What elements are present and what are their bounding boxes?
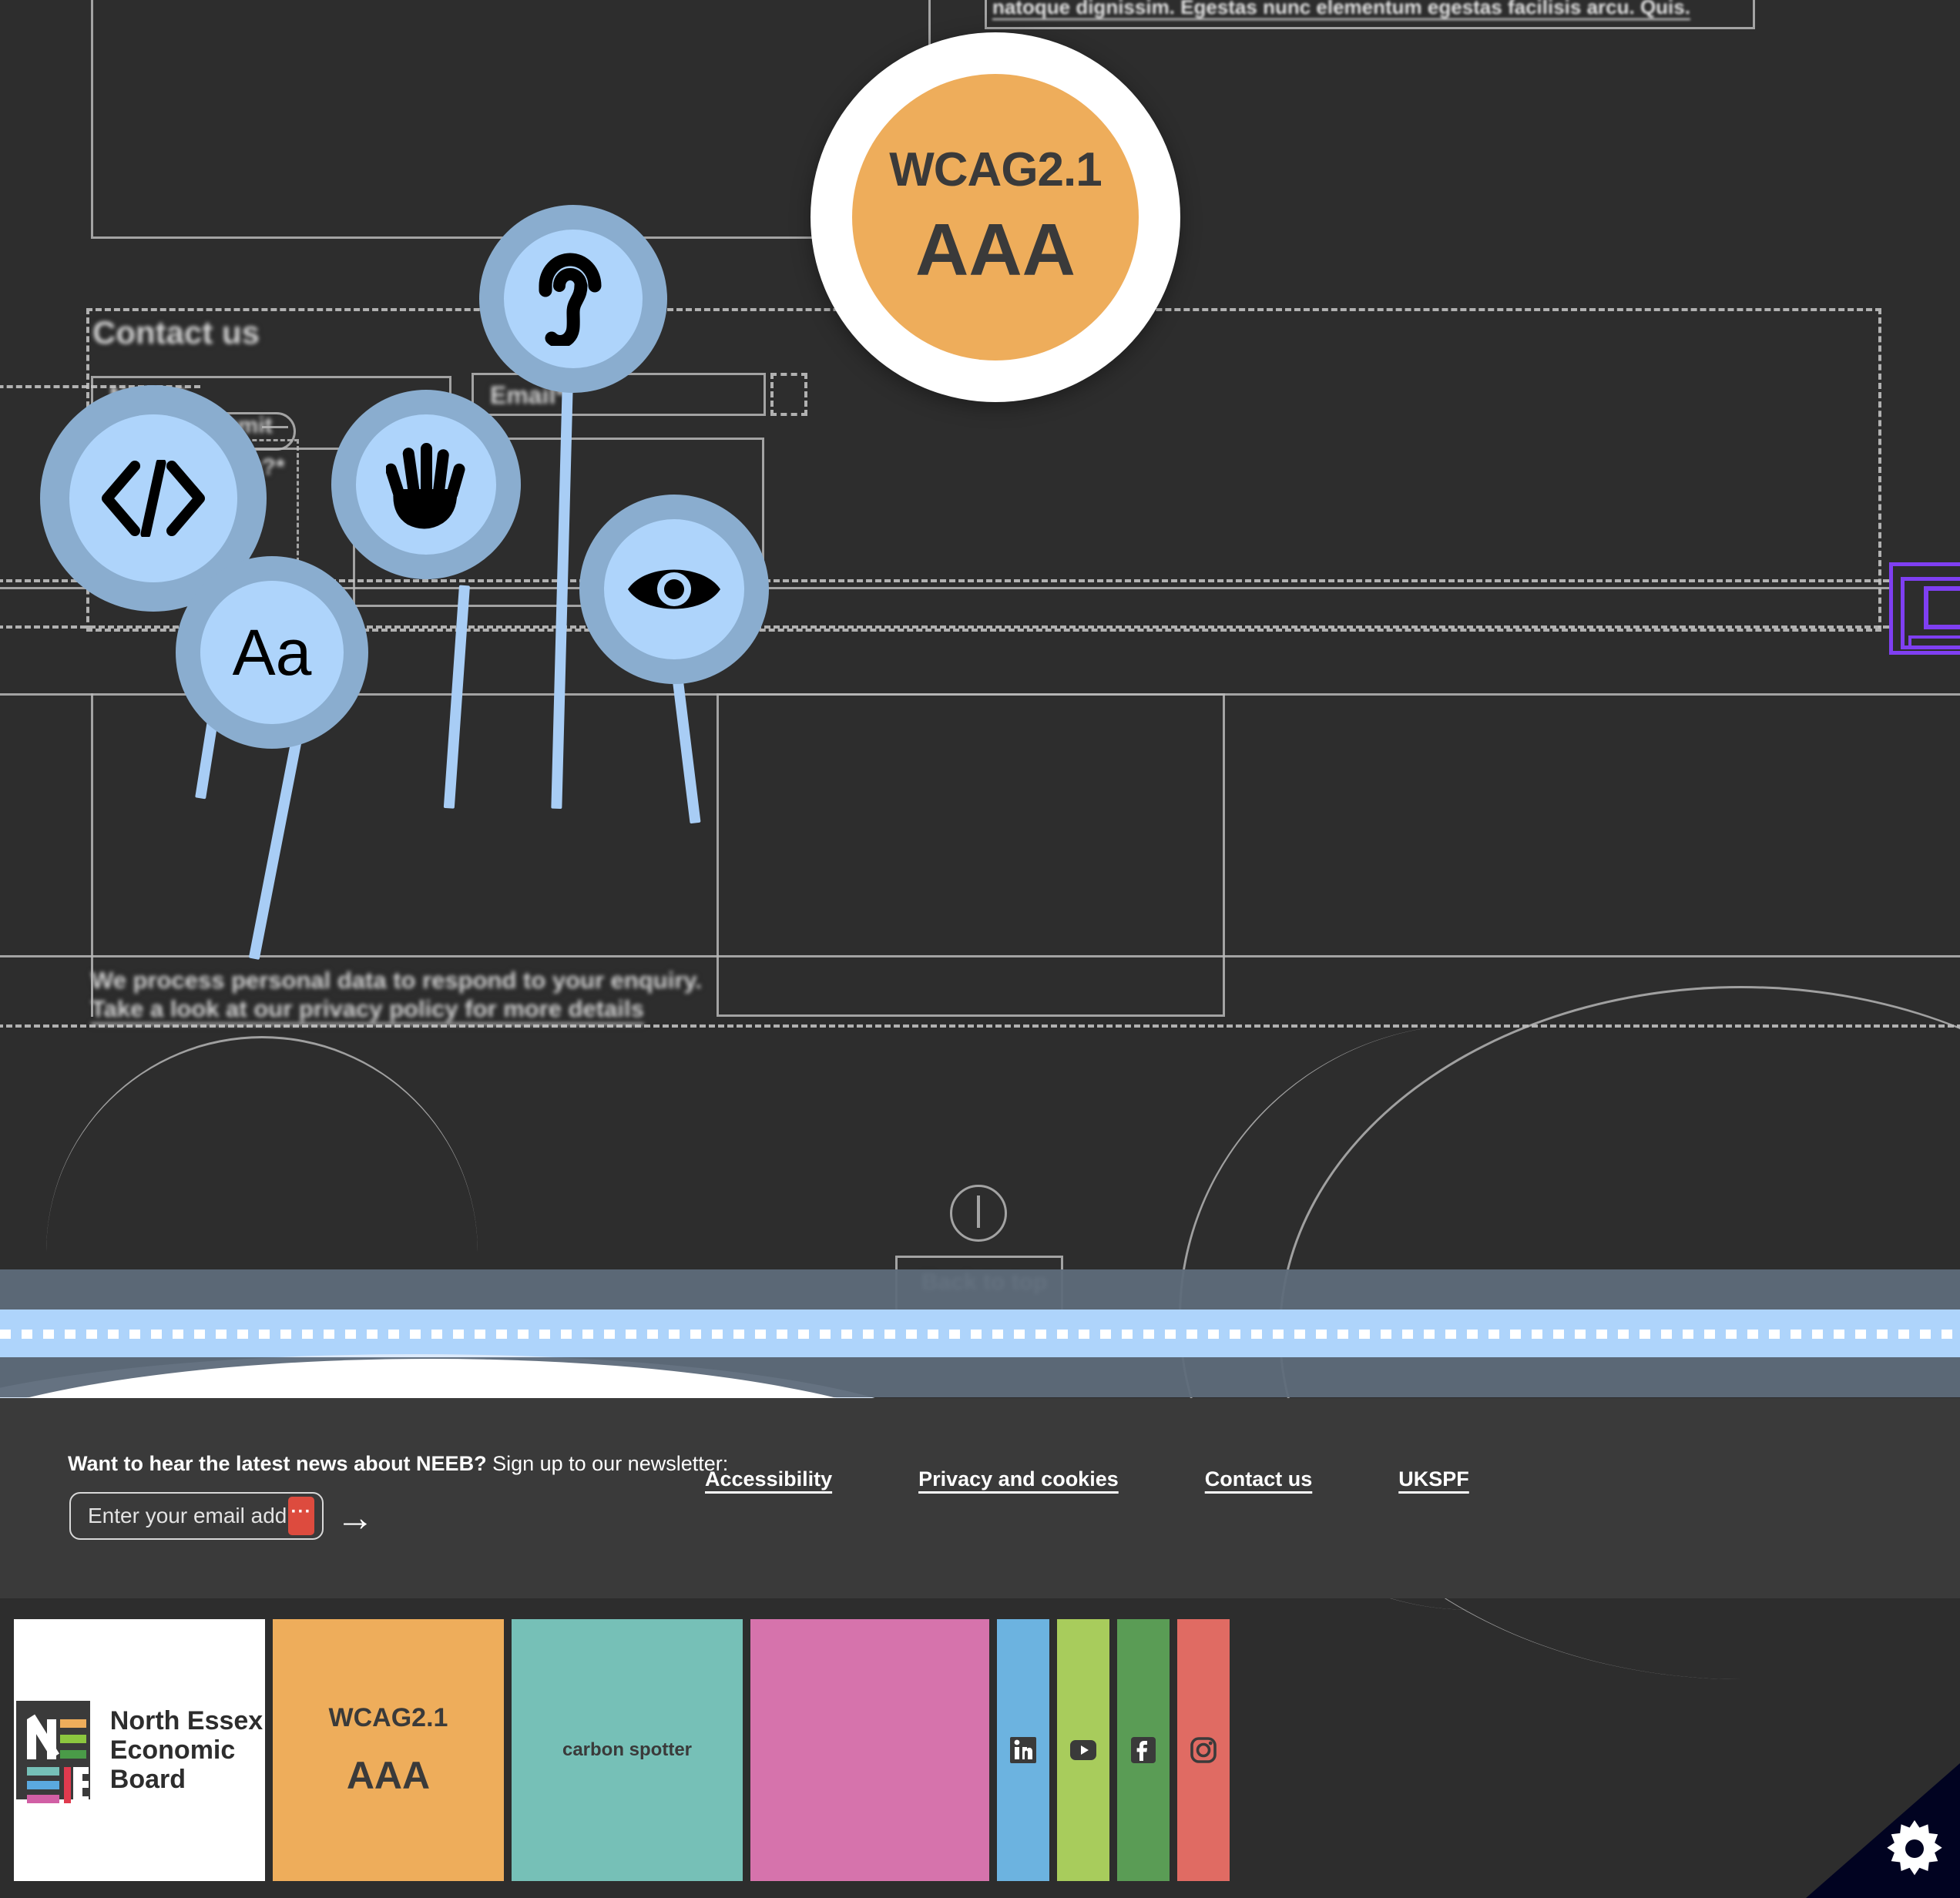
badge-wcag-version: WCAG2.1 bbox=[328, 1702, 448, 1732]
neeb-logo-mark bbox=[15, 1701, 90, 1803]
social-youtube[interactable] bbox=[1057, 1619, 1109, 1881]
facebook-icon bbox=[1131, 1737, 1156, 1763]
background-lorem-text: natoque dignissim. Egestas nunc elementu… bbox=[992, 0, 1690, 18]
pin-disc bbox=[356, 414, 496, 555]
wireframe-field-email-suffix bbox=[770, 373, 807, 416]
footer-link-ukspf[interactable]: UKSPF bbox=[1398, 1467, 1469, 1491]
grey-strip bbox=[0, 1269, 1960, 1309]
purple-widget-image bbox=[1924, 586, 1960, 629]
eye-icon bbox=[628, 569, 720, 609]
footer-link-accessibility[interactable]: Accessibility bbox=[705, 1467, 832, 1491]
logo-bar-teal bbox=[26, 1767, 59, 1776]
social-instagram[interactable] bbox=[1177, 1619, 1230, 1881]
hand-icon bbox=[386, 443, 465, 529]
code-icon bbox=[102, 460, 205, 537]
ear-icon bbox=[539, 253, 602, 346]
badge-carbon-spotter[interactable]: carbon spotter bbox=[512, 1619, 743, 1881]
logo-bar-green bbox=[59, 1750, 86, 1759]
newsletter-submit-arrow[interactable]: → bbox=[336, 1498, 374, 1537]
badge-carbon-label: carbon spotter bbox=[562, 1739, 693, 1760]
badge-wcag-level: AAA bbox=[346, 1753, 431, 1797]
instagram-icon bbox=[1190, 1737, 1217, 1763]
typography-glyph: Aa bbox=[232, 616, 312, 689]
gear-icon-wrap[interactable] bbox=[1881, 1816, 1948, 1886]
logo-bar-pink bbox=[26, 1795, 59, 1803]
wireframe-submit-dash bbox=[262, 426, 288, 428]
pin-disc: Aa bbox=[200, 581, 344, 724]
newsletter-email-field[interactable]: ··· bbox=[69, 1492, 324, 1540]
wcag-aaa-badge-inner: WCAG2.1 AAA bbox=[852, 74, 1139, 360]
purple-widget-bar bbox=[1908, 635, 1960, 649]
linkedin-icon bbox=[1010, 1737, 1036, 1763]
footer-links: Accessibility Privacy and cookies Contac… bbox=[705, 1467, 1907, 1491]
neeb-word-line2: Economic bbox=[109, 1735, 236, 1765]
wireframe-right-block bbox=[717, 693, 1225, 1017]
neeb-word-line1: North Essex bbox=[109, 1705, 263, 1735]
social-linkedin[interactable] bbox=[997, 1619, 1049, 1881]
badge-neeb-logo[interactable]: North Essex Economic Board bbox=[14, 1619, 265, 1881]
logo-accent-red bbox=[63, 1767, 71, 1803]
email-caret-indicator: ··· bbox=[288, 1497, 314, 1535]
wcag-badge-level: AAA bbox=[915, 208, 1076, 291]
neeb-logo-wordmark: North Essex Economic Board bbox=[110, 1706, 263, 1794]
purple-widget[interactable] bbox=[1889, 562, 1960, 655]
footer-link-contact-us[interactable]: Contact us bbox=[1205, 1467, 1313, 1491]
wireframe-box-top-left bbox=[91, 0, 931, 239]
newsletter-email-input[interactable] bbox=[71, 1504, 288, 1528]
wcag-aaa-badge[interactable]: WCAG2.1 AAA bbox=[811, 32, 1180, 402]
page-root: natoque dignissim. Egestas nunc elementu… bbox=[0, 0, 1960, 1898]
newsletter-prompt: Want to hear the latest news about NEEB?… bbox=[68, 1452, 728, 1476]
settings-corner[interactable] bbox=[1806, 1763, 1960, 1898]
dotted-line bbox=[0, 1330, 1960, 1339]
footer-link-privacy-and-cookies[interactable]: Privacy and cookies bbox=[918, 1467, 1119, 1491]
footer-badge-strip: North Essex Economic Board WCAG2.1 AAA c… bbox=[14, 1619, 1230, 1881]
logo-bar-orange bbox=[59, 1719, 86, 1728]
wcag-badge-version: WCAG2.1 bbox=[889, 143, 1102, 196]
logo-bar-blue bbox=[26, 1781, 59, 1789]
badge-wcag-aaa[interactable]: WCAG2.1 AAA bbox=[273, 1619, 504, 1881]
logo-bar-lightgreen bbox=[59, 1735, 86, 1743]
blue-divider-band bbox=[0, 1309, 1960, 1357]
neeb-word-line3: Board bbox=[109, 1765, 186, 1795]
social-facebook[interactable] bbox=[1117, 1619, 1170, 1881]
youtube-icon bbox=[1070, 1740, 1096, 1760]
newsletter-prompt-bold: Want to hear the latest news about NEEB? bbox=[68, 1452, 487, 1475]
badge-pink-placeholder[interactable] bbox=[750, 1619, 989, 1881]
background-contact-heading: Contact us bbox=[92, 314, 260, 350]
newsletter-prompt-rest: Sign up to our newsletter: bbox=[486, 1452, 729, 1475]
pin-disc bbox=[504, 230, 643, 368]
pin-disc bbox=[69, 414, 237, 582]
back-to-top-arrow bbox=[977, 1195, 980, 1228]
pin-disc bbox=[604, 519, 744, 659]
gear-icon bbox=[1887, 1820, 1942, 1876]
